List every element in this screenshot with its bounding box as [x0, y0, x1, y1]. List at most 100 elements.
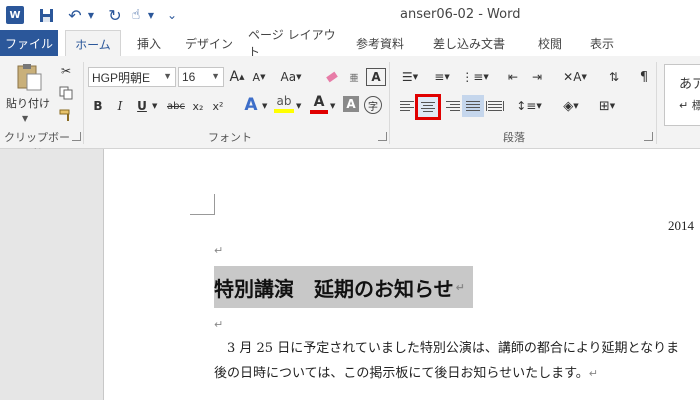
touch-dropdown-icon[interactable]: ▼: [146, 5, 156, 25]
subscript-button[interactable]: x₂: [190, 95, 206, 117]
heading-text: 特別講演 延期のお知らせ: [214, 276, 454, 301]
highlight-color-button[interactable]: ab: [274, 94, 294, 116]
paste-button-label[interactable]: 貼り付け: [6, 95, 50, 111]
change-case-button[interactable]: Aa ▼: [276, 66, 306, 88]
underline-dropdown-icon[interactable]: ▼: [152, 102, 157, 110]
justify-icon: [466, 101, 480, 111]
bold-button[interactable]: B: [90, 95, 106, 117]
font-name-combo[interactable]: HGP明朝E ▼: [88, 67, 176, 87]
chevron-down-icon: ▼: [211, 71, 220, 81]
show-marks-icon[interactable]: ¶: [636, 66, 652, 88]
shrink-font-button[interactable]: A ▼: [250, 66, 268, 88]
paste-dropdown-icon[interactable]: ▼: [22, 114, 28, 123]
undo-dropdown-icon[interactable]: ▼: [86, 5, 96, 25]
superscript-button[interactable]: x²: [210, 95, 226, 117]
date-text[interactable]: 2014: [668, 218, 694, 234]
paragraph-launcher-icon[interactable]: [644, 132, 653, 141]
sort-button[interactable]: ⇅: [604, 66, 624, 88]
highlighter-icon: ab: [276, 94, 292, 108]
text-effects-button[interactable]: A: [242, 94, 260, 116]
align-left-icon: [400, 101, 414, 111]
text-effects-dropdown-icon[interactable]: ▼: [262, 102, 267, 110]
change-case-icon: Aa: [280, 70, 297, 84]
shading-button[interactable]: ◈ ▼: [556, 95, 586, 117]
save-icon[interactable]: [36, 5, 56, 25]
tab-references[interactable]: 参考資料: [352, 30, 408, 56]
style-sample: あア: [679, 77, 700, 92]
highlight-dropdown-icon[interactable]: ▼: [296, 102, 301, 110]
font-color-button[interactable]: A: [310, 94, 328, 116]
tab-view[interactable]: 表示: [584, 30, 620, 56]
copy-icon[interactable]: [56, 82, 76, 104]
document-heading[interactable]: 特別講演 延期のお知らせ ↵: [214, 266, 473, 308]
margin-corner-mark: [190, 194, 215, 215]
body-line-2-text: 後の日時については、この掲示板にて後日お知らせいたします。: [214, 366, 589, 381]
body-line-2[interactable]: 後の日時については、この掲示板にて後日お知らせいたします。↵: [214, 362, 598, 381]
paragraph-mark: ↵: [214, 244, 224, 257]
tab-page-layout[interactable]: ページ レイアウト: [248, 28, 338, 59]
borders-button[interactable]: ⊞ ▼: [592, 95, 622, 117]
strikethrough-button[interactable]: abc: [164, 95, 188, 117]
styles-gallery[interactable]: あア ↵ 標: [664, 64, 700, 126]
group-separator: [389, 62, 390, 144]
tab-file[interactable]: ファイル: [0, 30, 58, 56]
grow-font-button[interactable]: A ▲: [228, 66, 246, 88]
font-name-value: HGP明朝E: [92, 70, 151, 85]
format-painter-icon[interactable]: [56, 104, 76, 126]
distributed-icon: [486, 101, 504, 111]
font-launcher-icon[interactable]: [378, 132, 387, 141]
tab-insert[interactable]: 挿入: [128, 30, 170, 56]
asian-layout-button[interactable]: ✕A ▼: [560, 66, 590, 88]
tab-design[interactable]: デザイン: [180, 30, 238, 56]
group-separator: [656, 62, 657, 144]
group-separator: [83, 62, 84, 144]
line-spacing-button[interactable]: ↕≡ ▼: [514, 95, 544, 117]
align-right-icon: [446, 101, 460, 111]
paragraph-mark: ↵: [455, 280, 465, 294]
align-right-button[interactable]: [442, 95, 464, 117]
tab-home[interactable]: ホーム: [65, 30, 121, 57]
font-color-swatch: [310, 110, 328, 114]
multilevel-list-button[interactable]: ⋮≡ ▼: [460, 66, 490, 88]
word-logo-icon[interactable]: W: [6, 6, 24, 24]
underline-button[interactable]: U: [134, 95, 150, 117]
character-border-icon[interactable]: A: [366, 68, 386, 86]
paste-icon[interactable]: [14, 62, 44, 92]
chevron-down-icon: ▼: [163, 71, 172, 81]
justify-button[interactable]: [462, 95, 484, 117]
clipboard-launcher-icon[interactable]: [72, 132, 81, 141]
highlight-color-swatch: [274, 109, 294, 113]
paragraph-mark: ↵: [588, 367, 599, 380]
tab-mailings[interactable]: 差し込み文書: [424, 30, 514, 56]
tab-review[interactable]: 校閲: [530, 30, 570, 56]
shrink-font-icon: A: [252, 70, 261, 84]
cut-icon[interactable]: ✂: [56, 60, 76, 82]
font-size-combo[interactable]: 16 ▼: [178, 67, 224, 87]
phonetic-guide-icon[interactable]: 亜: [344, 66, 364, 88]
italic-button[interactable]: I: [112, 95, 128, 117]
window-title: anser06-02 - Word: [400, 7, 521, 22]
decrease-indent-button[interactable]: ⇤: [502, 66, 524, 88]
grow-font-icon: A: [229, 69, 240, 85]
font-group-label: フォント: [208, 131, 252, 144]
undo-icon[interactable]: ↶: [66, 5, 84, 25]
numbering-button[interactable]: ≡ ▼: [428, 66, 456, 88]
paragraph-group-label: 段落: [503, 131, 525, 144]
font-color-icon: A: [313, 94, 325, 110]
title-bar: [0, 0, 700, 30]
enclose-characters-button[interactable]: 字: [364, 96, 382, 114]
align-center-button[interactable]: [415, 94, 441, 120]
body-line-1[interactable]: 3 月 25 日に予定されていました特別公演は、講師の都合により延期となりま: [214, 337, 679, 356]
touch-mode-icon[interactable]: ☝: [128, 5, 144, 25]
paragraph-mark: ↵: [214, 318, 224, 331]
increase-indent-button[interactable]: ⇥: [526, 66, 548, 88]
customize-qat-icon[interactable]: ⌄: [166, 5, 178, 25]
bullets-button[interactable]: ☰ ▼: [396, 66, 424, 88]
character-shading-button[interactable]: A: [343, 96, 359, 112]
font-size-value: 16: [182, 70, 196, 84]
distributed-button[interactable]: [484, 95, 506, 117]
redo-icon[interactable]: ↻: [106, 5, 124, 25]
eraser-icon[interactable]: [322, 66, 342, 88]
font-color-dropdown-icon[interactable]: ▼: [330, 102, 335, 110]
style-label: ↵ 標: [679, 99, 700, 112]
